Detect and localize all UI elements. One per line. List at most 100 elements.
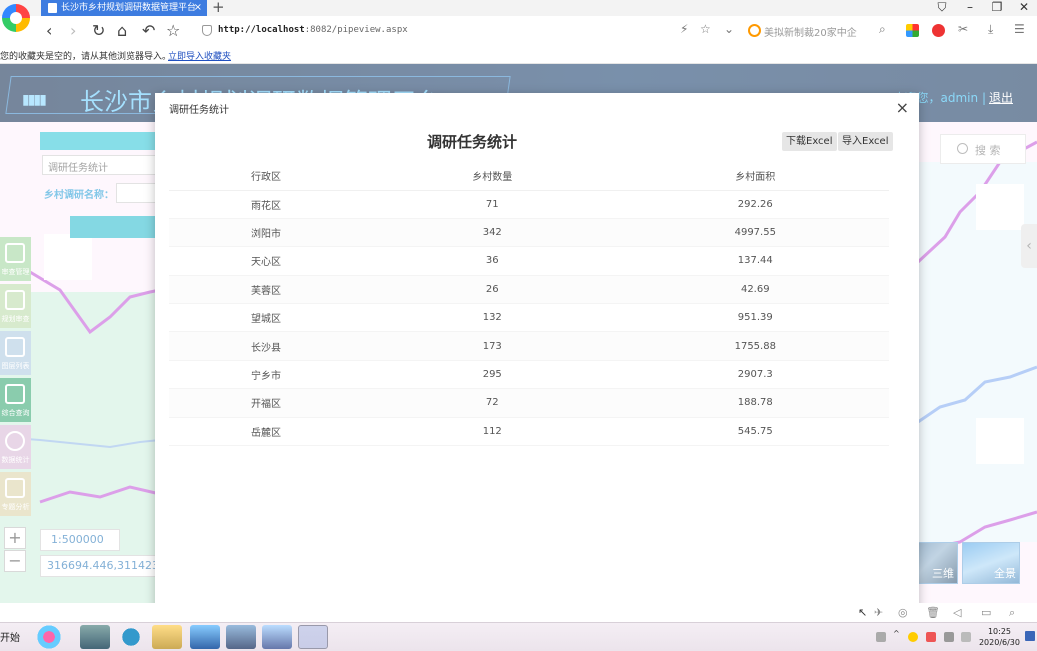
cell-village-area: 1755.88 bbox=[621, 331, 889, 361]
security-shield-icon bbox=[202, 25, 212, 36]
taskbar-app-icon[interactable] bbox=[262, 625, 292, 649]
new-tab-button[interactable]: + bbox=[212, 0, 225, 16]
column-header-district[interactable]: 行政区 bbox=[169, 162, 363, 191]
import-favorites-link[interactable]: 立即导入收藏夹 bbox=[168, 49, 231, 62]
download-excel-button[interactable]: 下载Excel bbox=[782, 132, 837, 151]
cell-district: 开福区 bbox=[169, 388, 363, 418]
taskbar-folder-icon[interactable] bbox=[152, 625, 182, 649]
rocket-icon[interactable]: ✈ bbox=[874, 606, 883, 619]
speaker-icon[interactable]: ◁ bbox=[953, 606, 961, 619]
dialog-title: 调研任务统计 bbox=[169, 105, 229, 116]
browser-tab[interactable]: 长沙市乡村规划调研数据管理平台 × bbox=[41, 0, 207, 16]
taskbar-browser-icon[interactable] bbox=[298, 625, 328, 649]
window-close-icon[interactable]: ✕ bbox=[1016, 0, 1032, 14]
cell-village-count: 71 bbox=[362, 190, 622, 219]
dropdown-chevron-icon[interactable]: ⌄ bbox=[724, 22, 734, 36]
statistics-dialog: 调研任务统计 × 调研任务统计 下载Excel 导入Excel 行政区 乡村数量… bbox=[155, 93, 919, 622]
cell-village-count: 295 bbox=[362, 360, 622, 390]
browser-tab-bar: 长沙市乡村规划调研数据管理平台 × + ⛉ – ❐ ✕ bbox=[0, 0, 1037, 16]
column-header-village-area[interactable]: 乡村面积 bbox=[621, 162, 889, 191]
cell-district: 天心区 bbox=[169, 246, 363, 276]
url-host: http://localhost bbox=[218, 25, 305, 35]
table-row[interactable]: 天心区 36 137.44 bbox=[169, 246, 889, 276]
taskbar-app-icon[interactable] bbox=[190, 625, 220, 649]
zoom-lens-icon[interactable]: ⌕ bbox=[1009, 606, 1015, 620]
browser-status-bar: ↖ ✈ ◎ 🗑 ◁ ▭ ⌕ bbox=[0, 603, 1037, 622]
taskbar-app-icon[interactable] bbox=[34, 625, 64, 649]
search-icon[interactable]: ⌕ bbox=[879, 22, 886, 37]
table-row[interactable]: 宁乡市 295 2907.3 bbox=[169, 360, 889, 390]
clock-date: 2020/6/30 bbox=[978, 638, 1020, 647]
page-favicon-icon bbox=[48, 3, 57, 13]
minimize-icon[interactable]: – bbox=[962, 0, 978, 14]
table-row[interactable]: 开福区 72 188.78 bbox=[169, 388, 889, 418]
url-field[interactable]: http://localhost:8082/pipeview.aspx bbox=[196, 22, 716, 42]
statistics-table: 行政区 乡村数量 乡村面积 雨花区 71 292.26 浏阳市 342 4997.55 … bbox=[169, 162, 889, 447]
shirt-skin-icon[interactable]: ⛉ bbox=[934, 0, 950, 15]
taskbar-app-icon[interactable] bbox=[116, 625, 146, 649]
window-mode-icon[interactable]: ▭ bbox=[981, 606, 991, 619]
cell-village-area: 4997.55 bbox=[621, 218, 889, 248]
table-row[interactable]: 浏阳市 342 4997.55 bbox=[169, 218, 889, 248]
table-header-row: 行政区 乡村数量 乡村面积 bbox=[169, 162, 889, 191]
system-clock[interactable]: 10:25 2020/6/30 bbox=[979, 626, 1020, 648]
cell-district: 宁乡市 bbox=[169, 360, 363, 390]
cell-village-area: 545.75 bbox=[621, 417, 889, 447]
download-icon[interactable]: ⤓ bbox=[988, 22, 993, 37]
table-row[interactable]: 岳麓区 112 545.75 bbox=[169, 417, 889, 447]
tray-network-icon[interactable] bbox=[876, 632, 886, 642]
apps-grid-icon[interactable] bbox=[906, 24, 919, 37]
cell-district: 浏阳市 bbox=[169, 218, 363, 248]
tray-app-icon[interactable] bbox=[926, 632, 936, 642]
cell-district: 望城区 bbox=[169, 303, 363, 333]
lightning-icon[interactable]: ⚡ bbox=[680, 22, 688, 36]
tab-title: 长沙市乡村规划调研数据管理平台 bbox=[61, 3, 197, 13]
taskbar-app-icon[interactable] bbox=[80, 625, 110, 649]
tray-expand-icon[interactable]: ^ bbox=[893, 629, 903, 639]
cell-district: 岳麓区 bbox=[169, 417, 363, 447]
cell-village-area: 951.39 bbox=[621, 303, 889, 333]
tray-display-icon[interactable] bbox=[944, 632, 954, 642]
news-ticker[interactable]: 美拟新制裁20家中企 bbox=[748, 24, 857, 39]
tray-security-icon[interactable] bbox=[908, 632, 918, 642]
restore-icon[interactable]: ❐ bbox=[989, 0, 1005, 14]
reload-icon[interactable]: ↻ bbox=[92, 21, 105, 40]
game-extension-icon[interactable] bbox=[932, 24, 945, 37]
undo-close-icon[interactable]: ↶ bbox=[142, 21, 155, 40]
cell-district: 芙蓉区 bbox=[169, 275, 363, 305]
cell-district: 长沙县 bbox=[169, 331, 363, 361]
menu-icon[interactable]: ☰ bbox=[1014, 22, 1025, 36]
show-desktop-button[interactable] bbox=[1025, 631, 1035, 641]
cell-village-area: 2907.3 bbox=[621, 360, 889, 390]
bookmark-star-icon[interactable]: ☆ bbox=[166, 21, 180, 40]
scissors-icon[interactable]: ✂ bbox=[958, 22, 968, 36]
forward-icon[interactable]: › bbox=[70, 21, 76, 40]
cell-village-area: 137.44 bbox=[621, 246, 889, 276]
back-icon[interactable]: ‹ bbox=[46, 21, 52, 40]
table-row[interactable]: 雨花区 71 292.26 bbox=[169, 190, 889, 219]
browser-logo-icon[interactable] bbox=[2, 4, 30, 32]
cell-village-count: 72 bbox=[362, 388, 622, 418]
import-excel-button[interactable]: 导入Excel bbox=[838, 132, 893, 151]
tray-flag-icon[interactable] bbox=[961, 632, 971, 642]
cell-village-area: 42.69 bbox=[621, 275, 889, 305]
dialog-close-icon[interactable]: × bbox=[896, 98, 909, 117]
mouse-cursor-icon: ↖ bbox=[858, 606, 868, 619]
address-bar: ‹ › ↻ ⌂ ↶ ☆ http://localhost:8082/pipevi… bbox=[0, 16, 1037, 46]
trash-icon[interactable]: 🗑 bbox=[926, 606, 940, 619]
cell-village-count: 112 bbox=[362, 417, 622, 447]
cell-village-count: 342 bbox=[362, 218, 622, 248]
clock-time: 10:25 bbox=[987, 627, 1012, 636]
table-row[interactable]: 芙蓉区 26 42.69 bbox=[169, 275, 889, 305]
cell-village-count: 26 bbox=[362, 275, 622, 305]
column-header-village-count[interactable]: 乡村数量 bbox=[362, 162, 622, 191]
start-button[interactable]: 开始 bbox=[0, 629, 20, 644]
home-icon[interactable]: ⌂ bbox=[117, 21, 127, 40]
accelerate-icon[interactable]: ◎ bbox=[898, 606, 908, 619]
table-row[interactable]: 望城区 132 951.39 bbox=[169, 303, 889, 333]
tab-close-icon[interactable]: × bbox=[194, 0, 202, 16]
table-row[interactable]: 长沙县 173 1755.88 bbox=[169, 331, 889, 361]
cell-district: 雨花区 bbox=[169, 190, 363, 219]
taskbar-app-icon[interactable] bbox=[226, 625, 256, 649]
favorite-star-icon[interactable]: ☆ bbox=[700, 22, 711, 36]
